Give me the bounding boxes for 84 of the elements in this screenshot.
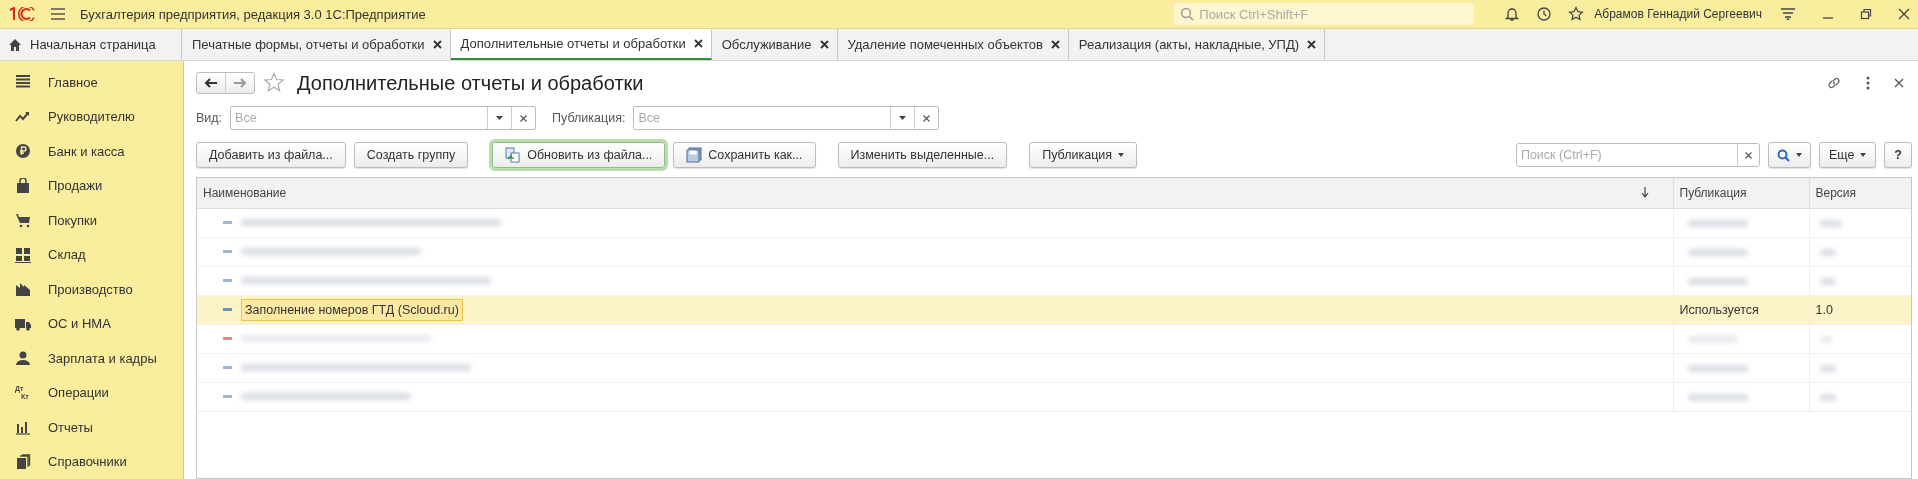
- bar-chart-icon: [15, 419, 31, 436]
- filter-label: Вид:: [196, 111, 223, 125]
- tab[interactable]: Реализация (акты, накладные, УПД): [1068, 29, 1326, 60]
- books-icon: [15, 453, 31, 470]
- column-header[interactable]: Наименование: [197, 178, 1673, 208]
- factory-icon: [15, 281, 31, 298]
- bag-icon: [15, 177, 31, 194]
- clear-icon[interactable]: [923, 114, 931, 122]
- toolbar-button[interactable]: Сохранить как...: [673, 142, 816, 168]
- close-icon[interactable]: [432, 40, 442, 49]
- column-header[interactable]: Версия: [1809, 178, 1911, 208]
- sidebar-item[interactable]: Производство: [0, 272, 183, 307]
- blurred-text: [1819, 393, 1836, 401]
- star-icon[interactable]: [1568, 6, 1585, 22]
- filter-label: Публикация:: [552, 111, 626, 125]
- grid-icon: [15, 246, 31, 263]
- blurred-text: [1819, 277, 1836, 285]
- settings-menu-icon[interactable]: [1780, 7, 1796, 21]
- search-button[interactable]: [1767, 142, 1811, 168]
- blurred-text: [1687, 219, 1748, 227]
- toolbar-button[interactable]: Публикация: [1029, 142, 1138, 168]
- search-icon: [1180, 7, 1195, 21]
- star-icon[interactable]: [263, 72, 285, 94]
- menu-icon[interactable]: [50, 7, 66, 21]
- clear-icon[interactable]: [1744, 151, 1752, 159]
- more-icon[interactable]: [1866, 76, 1870, 90]
- tab[interactable]: Обслуживание: [711, 29, 838, 60]
- dropdown-icon[interactable]: [496, 116, 504, 120]
- ruble-icon: [15, 143, 31, 160]
- search-icon: [1776, 148, 1790, 162]
- close-icon[interactable]: [1307, 40, 1317, 49]
- tab[interactable]: Удаление помеченных объектов: [837, 29, 1069, 60]
- toolbar-button[interactable]: Изменить выделенные...: [837, 142, 1008, 168]
- tab[interactable]: Печатные формы, отчеты и обработки: [182, 29, 451, 60]
- sidebar-item[interactable]: Справочники: [0, 444, 183, 479]
- table-cell: 1.0: [1815, 302, 1833, 317]
- cart-icon: [15, 212, 31, 229]
- column-header[interactable]: Публикация: [1673, 178, 1809, 208]
- blurred-text: [1687, 364, 1748, 372]
- toolbar-button[interactable]: Создать группу: [353, 142, 469, 168]
- bell-icon[interactable]: [1504, 6, 1521, 22]
- floppy-disk-icon: [686, 147, 703, 163]
- sidebar-item[interactable]: Склад: [0, 237, 183, 272]
- form-title: Дополнительные отчеты и обработки: [297, 71, 644, 95]
- sidebar-item[interactable]: Банк и касса: [0, 134, 183, 169]
- forward-arrow-icon[interactable]: [233, 77, 247, 89]
- clear-icon[interactable]: [520, 114, 528, 122]
- window-title: Бухгалтерия предприятия, редакция 3.0 1С:Предприятие: [80, 6, 426, 22]
- toolbar-button[interactable]: Обновить из файла...: [492, 142, 666, 168]
- restore-icon[interactable]: [1860, 8, 1872, 20]
- blurred-text: [1687, 393, 1748, 401]
- home-icon: [8, 37, 22, 52]
- document-update-icon: [505, 147, 522, 163]
- sidebar-item[interactable]: ОС и НМА: [0, 306, 183, 341]
- sidebar-item[interactable]: Продажи: [0, 168, 183, 203]
- close-icon[interactable]: [1050, 40, 1060, 49]
- table-cell: Используется: [1679, 302, 1759, 317]
- sidebar-item[interactable]: Зарплата и кадры: [0, 341, 183, 376]
- dropdown-icon[interactable]: [899, 116, 907, 120]
- sidebar-item[interactable]: Руководителю: [0, 99, 183, 134]
- blurred-text: [1819, 248, 1836, 256]
- sidebar-item[interactable]: Главное: [0, 65, 183, 100]
- user-name[interactable]: Абрамов Геннадий Сергеевич: [1594, 7, 1762, 21]
- close-icon[interactable]: [1898, 8, 1910, 20]
- blurred-text: [1819, 364, 1836, 372]
- blurred-text: [1687, 277, 1748, 285]
- sidebar-item[interactable]: Отчеты: [0, 410, 183, 445]
- blurred-text: [1687, 248, 1748, 256]
- close-icon[interactable]: [693, 39, 703, 48]
- help-button[interactable]: ?: [1884, 142, 1912, 168]
- sort-arrow-icon: [1640, 187, 1649, 199]
- toolbar-button[interactable]: Добавить из файла...: [196, 142, 346, 168]
- blurred-text: [1819, 219, 1842, 227]
- more-button[interactable]: Еще: [1818, 142, 1877, 168]
- tab[interactable]: Начальная страница: [0, 29, 182, 60]
- close-icon[interactable]: [1894, 78, 1904, 88]
- close-icon[interactable]: [819, 40, 829, 49]
- sidebar-item[interactable]: Покупки: [0, 203, 183, 238]
- person-icon: [15, 350, 31, 367]
- back-arrow-icon[interactable]: [204, 77, 218, 89]
- table-cell: Заполнение номеров ГТД (Scloud.ru): [241, 298, 463, 321]
- tab[interactable]: Дополнительные отчеты и обработки: [450, 29, 712, 60]
- link-icon[interactable]: [1826, 75, 1842, 91]
- history-icon[interactable]: [1536, 6, 1553, 22]
